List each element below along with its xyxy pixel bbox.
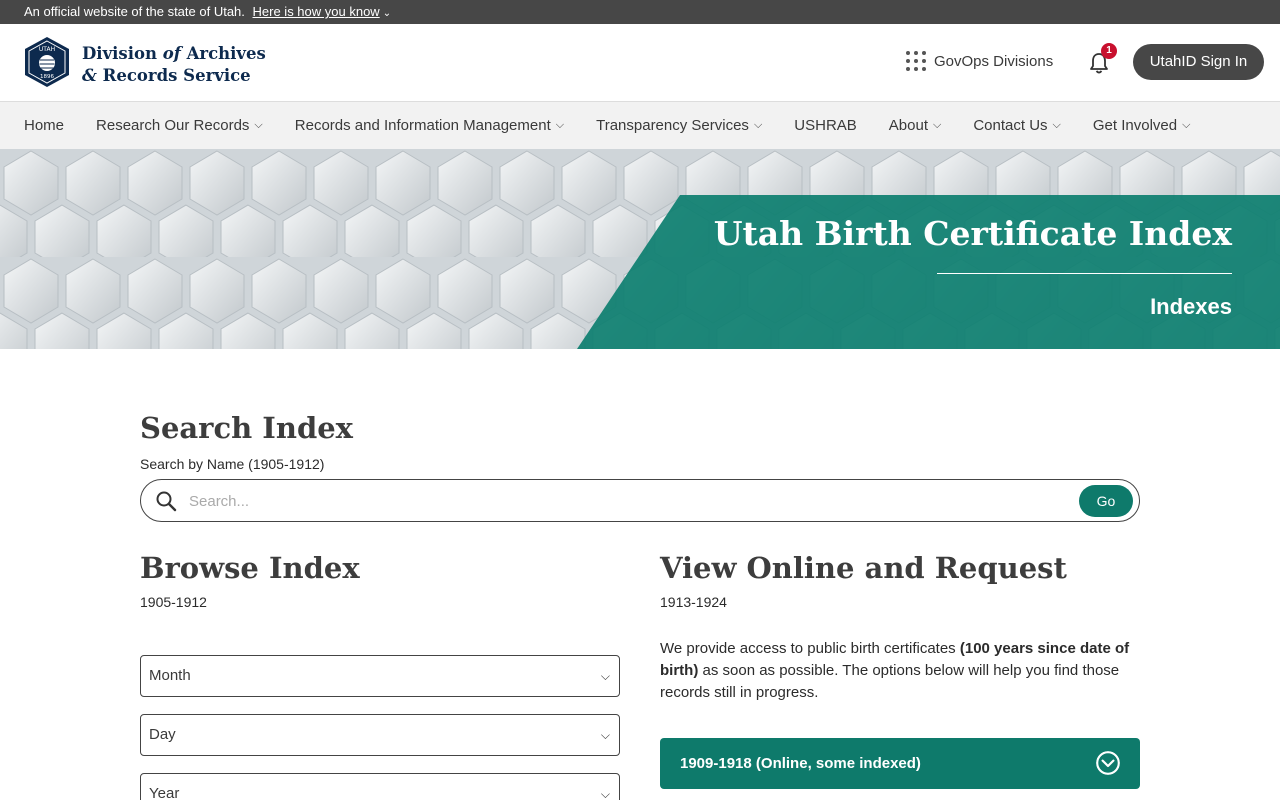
circle-chevron-icon: [1096, 751, 1120, 775]
utah-seal-logo[interactable]: UTAH 1896: [24, 36, 70, 88]
page-title: Utah Birth Certificate Index: [713, 214, 1232, 253]
nav-item-records-information-management[interactable]: Records and Information Management ⌵: [295, 117, 564, 134]
how-you-know-link[interactable]: Here is how you know ⌄: [253, 4, 392, 19]
nav-item-contact-us[interactable]: Contact Us ⌵: [973, 117, 1061, 134]
browse-range: 1905-1912: [140, 594, 207, 610]
nav-item-home[interactable]: Home: [24, 117, 64, 134]
day-select[interactable]: Day ⌵: [140, 714, 620, 756]
go-button[interactable]: Go: [1079, 485, 1133, 517]
logo-top-text: UTAH: [39, 46, 55, 53]
govops-divisions-button[interactable]: GovOps Divisions: [906, 51, 1053, 71]
search-label: Search by Name (1905-1912): [140, 456, 325, 472]
chevron-down-icon: ⌵: [1182, 119, 1191, 131]
view-range: 1913-1924: [660, 594, 727, 610]
govops-label: GovOps Divisions: [934, 52, 1054, 70]
site-header: UTAH 1896 Division of Archives & Records…: [0, 24, 1280, 102]
nav-item-ushrab[interactable]: USHRAB: [794, 117, 857, 134]
nav-item-about[interactable]: About ⌵: [889, 117, 942, 134]
search-bar: Go: [140, 479, 1140, 522]
browse-index-heading: Browse Index: [140, 551, 360, 585]
official-text: An official website of the state of Utah…: [24, 4, 245, 19]
chevron-down-icon: ⌵: [600, 669, 610, 683]
chevron-down-icon: ⌵: [555, 119, 565, 131]
nav-item-get-involved[interactable]: Get Involved ⌵: [1093, 117, 1191, 134]
chevron-down-icon: ⌵: [933, 119, 942, 131]
utahid-signin-button[interactable]: UtahID Sign In: [1133, 44, 1264, 80]
accordion-label: 1909-1918 (Online, some indexed): [680, 755, 921, 772]
chevron-down-icon: ⌄: [382, 8, 392, 19]
chevron-down-icon: ⌵: [254, 119, 263, 131]
chevron-down-icon: ⌵: [600, 728, 610, 742]
chevron-down-icon: ⌵: [1052, 119, 1061, 131]
main-nav: Home Research Our Records ⌵ Records and I…: [0, 102, 1280, 149]
view-online-heading: View Online and Request: [660, 551, 1067, 585]
notification-badge: 1: [1101, 43, 1117, 59]
view-description: We provide access to public birth certif…: [660, 640, 1130, 701]
grid-dots-icon: [906, 51, 926, 71]
accordion-1909-1918[interactable]: 1909-1918 (Online, some indexed): [660, 738, 1140, 789]
search-icon: [156, 491, 177, 512]
search-input[interactable]: [189, 488, 1069, 514]
nav-item-transparency-services[interactable]: Transparency Services ⌵: [596, 117, 762, 134]
year-select[interactable]: Year ⌵: [140, 773, 620, 800]
logo-bottom-text: 1896: [40, 74, 54, 80]
hero-divider: [937, 273, 1232, 274]
official-banner: An official website of the state of Utah…: [0, 0, 1280, 24]
chevron-down-icon: ⌵: [600, 787, 610, 800]
search-index-heading: Search Index: [140, 411, 353, 445]
brand-name[interactable]: Division of Archives & Records Service: [82, 43, 266, 87]
chevron-down-icon: ⌵: [753, 119, 763, 131]
page-subtitle: Indexes: [1150, 294, 1232, 319]
nav-item-research-our-records[interactable]: Research Our Records ⌵: [96, 117, 263, 134]
month-select[interactable]: Month ⌵: [140, 655, 620, 697]
